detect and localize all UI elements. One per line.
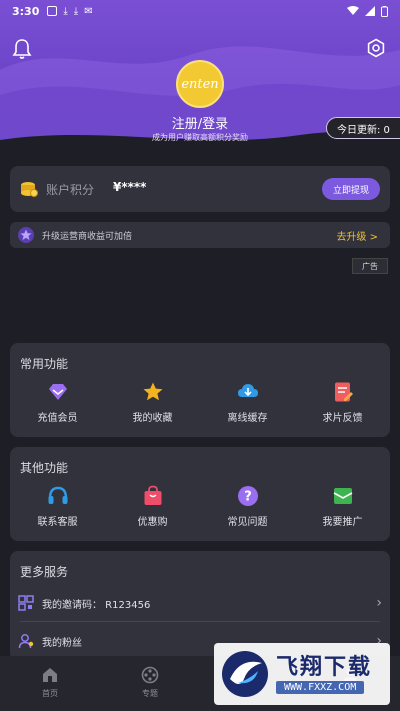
qr-icon: [18, 595, 34, 611]
fans-icon: [18, 634, 34, 649]
film-icon: [141, 666, 159, 684]
status-time: 3:30: [12, 4, 40, 18]
points-value: ¥****: [113, 180, 147, 194]
common-functions-panel: 常用功能 充值会员 我的收藏 离线缓存 求片反馈: [10, 343, 390, 437]
tab-label: 专题: [142, 689, 158, 698]
item-label: 优惠购: [137, 517, 168, 528]
faq-button[interactable]: ? 常见问题: [200, 485, 295, 528]
customer-service-button[interactable]: 联系客服: [10, 485, 105, 528]
favorites-button[interactable]: 我的收藏: [105, 381, 200, 424]
upgrade-link[interactable]: 去升级 >: [336, 228, 378, 243]
coin-stack-icon: [21, 182, 38, 197]
watermark-url: WWW.FXXZ.COM: [276, 681, 365, 694]
avatar[interactable]: enten: [176, 60, 224, 108]
diamond-icon: [48, 384, 67, 400]
logo-text: enten: [181, 76, 219, 92]
request-feedback-button[interactable]: 求片反馈: [295, 381, 390, 424]
download-icon: ⤓: [63, 5, 68, 17]
promote-button[interactable]: 我要推广: [295, 485, 390, 528]
headset-icon: [48, 486, 67, 504]
points-label: 账户积分: [46, 183, 95, 197]
section-title: 常用功能: [20, 357, 69, 371]
upgrade-banner[interactable]: 升级运营商收益可加倍 去升级 >: [10, 222, 390, 248]
ad-label: 广告: [352, 258, 388, 274]
wifi-icon: [347, 6, 359, 15]
discount-shop-button[interactable]: 优惠购: [105, 485, 200, 528]
tab-label: 首页: [42, 689, 58, 698]
notification-icons: ⤓ ⤓ ✉: [47, 5, 93, 17]
watermark-title: 飞翔下载: [276, 655, 373, 680]
item-label: 充值会员: [37, 413, 78, 424]
item-label: 联系客服: [37, 517, 78, 528]
app-notification-icon: ✉: [84, 5, 93, 17]
bell-icon[interactable]: [12, 38, 32, 60]
item-label: 离线缓存: [227, 413, 268, 424]
section-title: 其他功能: [20, 461, 69, 475]
star-badge-icon: [18, 227, 34, 243]
offline-cache-button[interactable]: 离线缓存: [200, 381, 295, 424]
divider: [20, 621, 380, 622]
other-functions-panel: 其他功能 联系客服 优惠购 ? 常见问题 我要推广: [10, 447, 390, 541]
invite-code-label: 我的邀请码： R123456: [42, 599, 151, 611]
tab-topics[interactable]: 专题: [100, 656, 200, 711]
today-update-badge[interactable]: 今日更新: 0: [326, 117, 400, 139]
download-icon: ⤓: [73, 5, 79, 17]
cloud-download-icon: [237, 384, 258, 397]
svg-text:?: ?: [244, 490, 252, 505]
points-card: 账户积分 ¥**** 立即提现: [10, 166, 390, 212]
my-fans-label: 我的粉丝: [42, 637, 82, 649]
tab-home[interactable]: 首页: [0, 656, 100, 711]
watermark: 飞翔下载 WWW.FXXZ.COM: [214, 643, 390, 705]
notification-square-icon: [47, 5, 58, 16]
withdraw-button[interactable]: 立即提现: [322, 178, 380, 200]
today-update-label: 今日更新: 0: [337, 124, 390, 136]
invite-code-row[interactable]: 我的邀请码： R123456 ›: [18, 589, 382, 617]
status-bar: 3:30 ⤓ ⤓ ✉: [0, 0, 400, 22]
item-label: 求片反馈: [322, 413, 363, 424]
star-icon: [143, 382, 162, 401]
battery-icon: [381, 5, 388, 17]
item-label: 常见问题: [227, 517, 268, 528]
gear-icon[interactable]: [366, 38, 386, 58]
chevron-right-icon: ›: [376, 595, 382, 611]
watermark-logo-icon: [222, 651, 268, 697]
shopping-bag-icon: [144, 485, 161, 505]
feedback-icon: [334, 382, 353, 402]
question-icon: ?: [237, 486, 258, 506]
home-icon: [43, 668, 57, 682]
signal-icon: [365, 6, 375, 16]
upgrade-text: 升级运营商收益可加倍: [42, 232, 133, 242]
item-label: 我的收藏: [132, 413, 173, 424]
section-title: 更多服务: [20, 565, 69, 579]
item-label: 我要推广: [322, 517, 363, 528]
promote-icon: [333, 488, 352, 504]
recharge-vip-button[interactable]: 充值会员: [10, 381, 105, 424]
